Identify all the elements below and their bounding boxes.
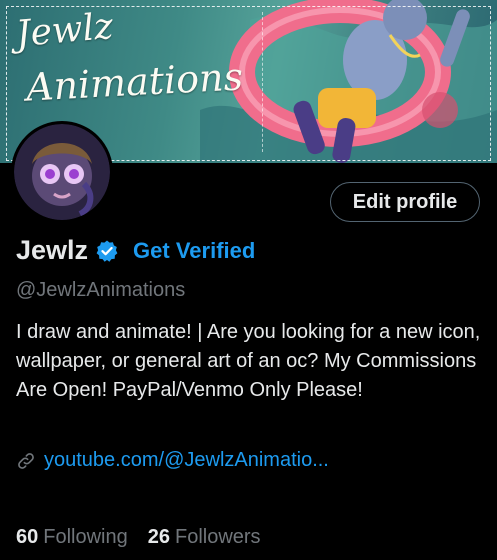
verified-badge-icon[interactable] [95,239,119,263]
avatar-image [14,124,110,220]
profile-link-row: youtube.com/@JewlzAnimatio... [16,449,329,472]
link-icon [16,451,36,471]
following-stat[interactable]: 60 Following [16,526,128,549]
display-name: Jewlz [16,235,89,265]
profile-handle: @JewlzAnimations [16,279,186,301]
get-verified-link[interactable]: Get Verified [133,238,255,264]
name-row: Jewlz Get Verified [16,235,255,266]
followers-count: 26 [147,526,170,548]
avatar[interactable] [11,121,113,223]
following-count: 60 [16,526,39,548]
followers-label: Followers [174,526,261,548]
edit-profile-button[interactable]: Edit profile [330,182,480,222]
following-label: Following [43,526,128,548]
follow-stats: 60 Following 26 Followers [16,526,281,549]
profile-bio: I draw and animate! | Are you looking fo… [16,321,481,401]
banner-title-line1: Jewlz [14,5,115,56]
profile-website-link[interactable]: youtube.com/@JewlzAnimatio... [44,449,329,472]
followers-stat[interactable]: 26 Followers [148,526,261,549]
